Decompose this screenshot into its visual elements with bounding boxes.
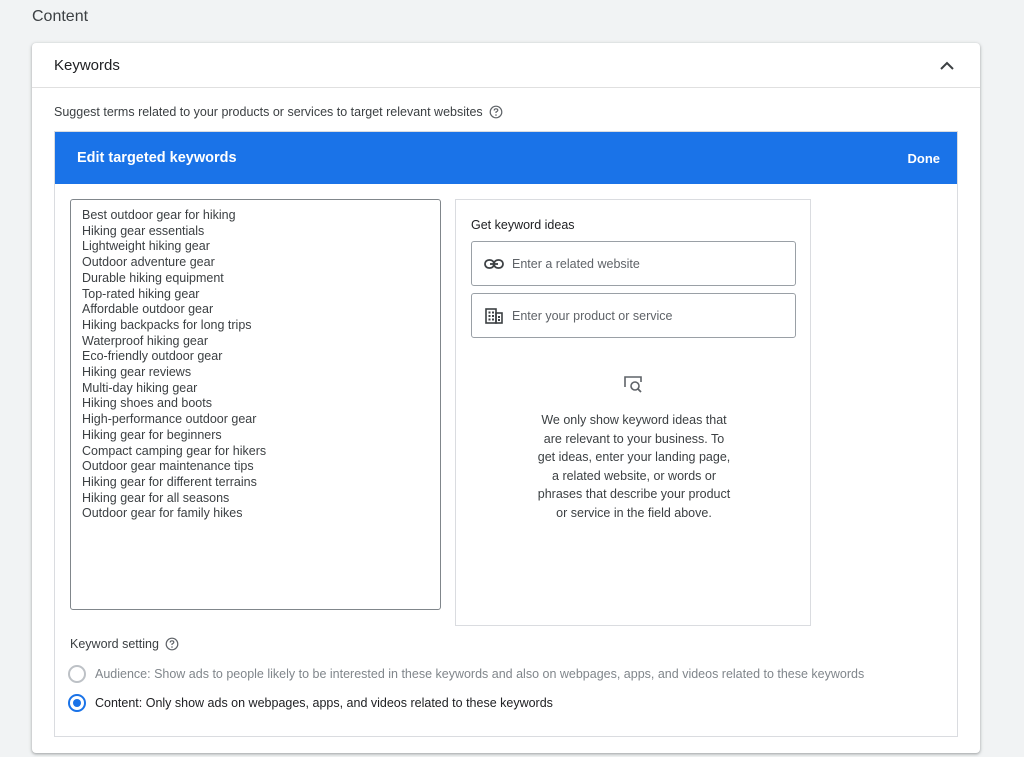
keyword-item: Durable hiking equipment (82, 270, 224, 285)
card-header[interactable]: Keywords (32, 43, 980, 88)
suggest-text: Suggest terms related to your products o… (54, 105, 483, 119)
search-image-icon (622, 373, 644, 395)
content-option-label: Content: Only show ads on webpages, apps… (95, 696, 553, 710)
keyword-item: Compact camping gear for hikers (82, 443, 267, 458)
keyword-item: Hiking gear reviews (82, 365, 192, 380)
website-input[interactable] (512, 256, 783, 271)
building-icon (484, 306, 504, 326)
banner-title: Edit targeted keywords (77, 150, 237, 166)
edit-keywords-banner: Edit targeted keywords Done (55, 132, 957, 184)
product-input[interactable] (512, 308, 783, 323)
suggest-description: Suggest terms related to your products o… (54, 105, 503, 119)
keyword-setting-text: Keyword setting (70, 637, 159, 651)
help-icon[interactable] (489, 105, 503, 119)
audience-option[interactable]: Audience: Show ads to people likely to b… (68, 665, 864, 683)
keyword-item: Hiking gear essentials (82, 223, 205, 238)
website-input-box[interactable] (471, 241, 796, 286)
keyword-item: Hiking gear for beginners (82, 427, 222, 442)
keyword-item: Eco-friendly outdoor gear (82, 349, 223, 364)
keywords-card: Keywords Suggest terms related to your p… (32, 43, 980, 753)
keyword-item: Best outdoor gear for hiking (82, 208, 236, 222)
keyword-item: Hiking shoes and boots (82, 396, 212, 411)
ideas-info-text: We only show keyword ideas that are rele… (537, 413, 731, 520)
keyword-setting-label: Keyword setting (70, 637, 179, 651)
ideas-title: Get keyword ideas (471, 218, 575, 232)
keyword-item: Top-rated hiking gear (82, 286, 200, 301)
chevron-up-icon[interactable] (936, 54, 958, 76)
keyword-item: Waterproof hiking gear (82, 333, 208, 348)
keyword-item: Hiking gear for all seasons (82, 490, 230, 505)
keyword-item: Multi-day hiking gear (82, 380, 198, 395)
keyword-item: Outdoor gear maintenance tips (82, 459, 254, 474)
edit-keywords-panel: Edit targeted keywords Done Best outdoor… (54, 131, 958, 737)
audience-radio[interactable] (68, 665, 86, 683)
keyword-item: Outdoor gear for family hikes (82, 506, 243, 521)
content-option[interactable]: Content: Only show ads on webpages, apps… (68, 694, 553, 712)
audience-option-label: Audience: Show ads to people likely to b… (95, 667, 865, 681)
keyword-item: Outdoor adventure gear (82, 255, 215, 270)
keyword-ideas-panel: Get keyword ideas We only show keyword i… (455, 199, 811, 626)
keywords-textarea[interactable]: Best outdoor gear for hiking Hiking gear … (70, 199, 441, 610)
content-radio[interactable] (68, 694, 86, 712)
help-icon[interactable] (165, 637, 179, 651)
keyword-list: Best outdoor gear for hiking Hiking gear … (82, 208, 429, 522)
card-title: Keywords (54, 56, 120, 74)
done-button[interactable]: Done (908, 151, 941, 166)
keyword-item: Affordable outdoor gear (82, 302, 214, 317)
page-title: Content (32, 8, 89, 25)
link-icon (484, 254, 504, 274)
keyword-item: Hiking backpacks for long trips (82, 317, 252, 332)
keyword-item: Lightweight hiking gear (82, 239, 210, 254)
product-input-box[interactable] (471, 293, 796, 338)
keyword-item: High-performance outdoor gear (82, 412, 257, 427)
keyword-item: Hiking gear for different terrains (82, 474, 257, 489)
